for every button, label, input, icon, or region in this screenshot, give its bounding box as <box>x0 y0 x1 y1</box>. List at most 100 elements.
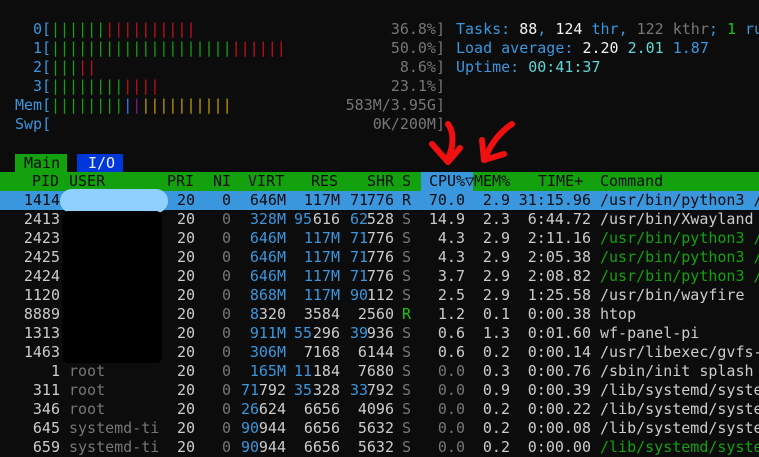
mem-cell: 0.2 <box>482 438 510 456</box>
state-cell: S <box>402 438 412 456</box>
pri-cell: 20 <box>176 267 195 285</box>
col-s[interactable]: S <box>402 172 411 191</box>
col-res[interactable]: RES <box>311 172 338 191</box>
mem-cell: 2.3 <box>482 210 510 228</box>
command-cell: /usr/bin/python3 / <box>600 229 759 247</box>
ni-cell: 0 <box>221 362 231 380</box>
ni-cell: 0 <box>221 381 231 399</box>
time-cell: 2:11.16 <box>527 229 591 247</box>
time-cell: 0:01.60 <box>527 324 591 342</box>
cpu-cell: 0.0 <box>437 419 465 437</box>
load-average: Load average: 2.20 2.01 1.87 <box>456 39 709 57</box>
pri-cell: 20 <box>176 286 195 304</box>
col-cpu[interactable]: CPU%▽ <box>429 172 474 191</box>
time-cell: 0:00.08 <box>527 419 591 437</box>
virt-cell: 328M <box>249 210 286 228</box>
virt-cell-high: 71 <box>240 381 259 399</box>
res-cell-low: 296 <box>312 324 340 342</box>
res-cell-low: 184 <box>312 362 340 380</box>
state-cell: S <box>402 343 412 361</box>
cpu-cell: 0.6 <box>437 324 465 342</box>
time-cell: 0:00.39 <box>527 381 591 399</box>
cpu-cell: 0.6 <box>437 343 465 361</box>
process-row[interactable]: 659 systemd-ti 20 0 90 944 6656 5632 S 0.0 0.2 0:00… <box>0 438 759 457</box>
state-cell: S <box>402 267 412 285</box>
virt-cell: 165M <box>249 362 286 380</box>
user-cell: root <box>69 400 106 418</box>
res-cell: 117M <box>303 248 340 266</box>
res-cell: 3584 <box>303 305 340 323</box>
col-time[interactable]: TIME+ <box>538 172 583 191</box>
cpu-cell: 1.2 <box>437 305 465 323</box>
cpu-meter-bar: |||||||||||| <box>51 77 160 95</box>
user-cell: root <box>69 381 106 399</box>
pri-cell: 20 <box>176 362 195 380</box>
ni-cell: 0 <box>221 419 231 437</box>
cpu-meter-label: 2[ <box>33 58 52 76</box>
cpu-cell: 0.0 <box>437 400 465 418</box>
shr-cell-high: 71 <box>349 267 368 285</box>
process-row[interactable]: 346 root 20 0 26 624 6656 4096 S 0.0 0.2 0:00.22/li… <box>0 400 759 419</box>
cpu-cell: 70.0 <box>428 191 465 209</box>
mem-cell: 2.9 <box>482 248 510 266</box>
pri-cell: 20 <box>176 305 195 323</box>
virt-cell: 911M <box>249 324 286 342</box>
virt-cell-high: 90 <box>240 438 259 456</box>
pri-cell: 20 <box>176 191 195 209</box>
command-cell: /usr/bin/python3 / <box>600 267 759 285</box>
time-cell: 0:00.00 <box>527 438 591 456</box>
process-row[interactable]: 1 root 20 0 165M 11 184 7680 S 0.0 0.3 0:00.76/sbin… <box>0 362 759 381</box>
cpu-meter-label: 0[ <box>33 20 52 38</box>
shr-cell-low: 776 <box>366 267 394 285</box>
mem-cell: 0.9 <box>482 381 510 399</box>
user-cell: systemd-ti <box>69 438 160 456</box>
col-pid[interactable]: PID <box>32 172 59 191</box>
cpu-meter-bar: ||||| <box>51 58 97 76</box>
col-mem[interactable]: MEM% <box>474 172 510 191</box>
col-virt[interactable]: VIRT <box>248 172 284 191</box>
shr-cell-low: 792 <box>366 381 394 399</box>
pid-cell: 2423 <box>23 229 60 247</box>
cpu-meter-bar: |||||||||||||||||||||||||| <box>51 39 286 57</box>
tab-main[interactable]: Main <box>15 154 67 172</box>
pri-cell: 20 <box>176 229 195 247</box>
pri-cell: 20 <box>176 210 195 228</box>
ni-cell: 0 <box>221 400 231 418</box>
command-cell: /lib/systemd/syste <box>600 381 759 399</box>
process-row[interactable]: 311 root 20 0 71 792 35 328 33 792 S 0.0 0.9 0:00.39/… <box>0 381 759 400</box>
cpu-meter-value: 50.0%] <box>390 39 445 57</box>
res-cell: 117M <box>303 229 340 247</box>
col-shr[interactable]: SHR <box>367 172 394 191</box>
shr-cell-low: 776 <box>366 229 394 247</box>
res-cell-high: 11 <box>293 362 312 380</box>
pid-cell: 1313 <box>23 324 60 342</box>
pid-cell: 2425 <box>23 248 60 266</box>
user-cell: root <box>69 362 106 380</box>
pri-cell: 20 <box>176 343 195 361</box>
process-row[interactable]: 645 systemd-ti 20 0 90 944 6656 5632 S 0.0 0.2 0:00… <box>0 419 759 438</box>
state-cell: S <box>402 324 412 342</box>
ni-cell: 0 <box>221 343 231 361</box>
state-cell: S <box>402 400 412 418</box>
mem-cell: 2.9 <box>482 267 510 285</box>
uptime: Uptime: 00:41:37 <box>456 58 601 76</box>
mem-cell: 1.3 <box>482 324 510 342</box>
shr-cell-low: 776 <box>366 248 394 266</box>
col-ni[interactable]: NI <box>213 172 231 191</box>
shr-cell: 5632 <box>357 419 394 437</box>
col-command[interactable]: Command <box>600 172 663 191</box>
res-cell: 117M <box>303 286 340 304</box>
virt-cell: 868M <box>249 286 286 304</box>
cpu-cell: 0.0 <box>437 362 465 380</box>
col-pri[interactable]: PRI <box>167 172 194 191</box>
shr-cell-low: 936 <box>366 324 394 342</box>
virt-cell-high: 90 <box>240 419 259 437</box>
tab-io[interactable]: I/O <box>77 154 123 172</box>
pid-cell: 346 <box>32 400 60 418</box>
state-cell: S <box>402 362 412 380</box>
cpu-cell: 3.7 <box>437 267 465 285</box>
pid-cell: 1 <box>50 362 60 380</box>
cpu-meter-label: 1[ <box>33 39 52 57</box>
time-cell: 1:25.58 <box>527 286 591 304</box>
pid-cell: 659 <box>32 438 60 456</box>
